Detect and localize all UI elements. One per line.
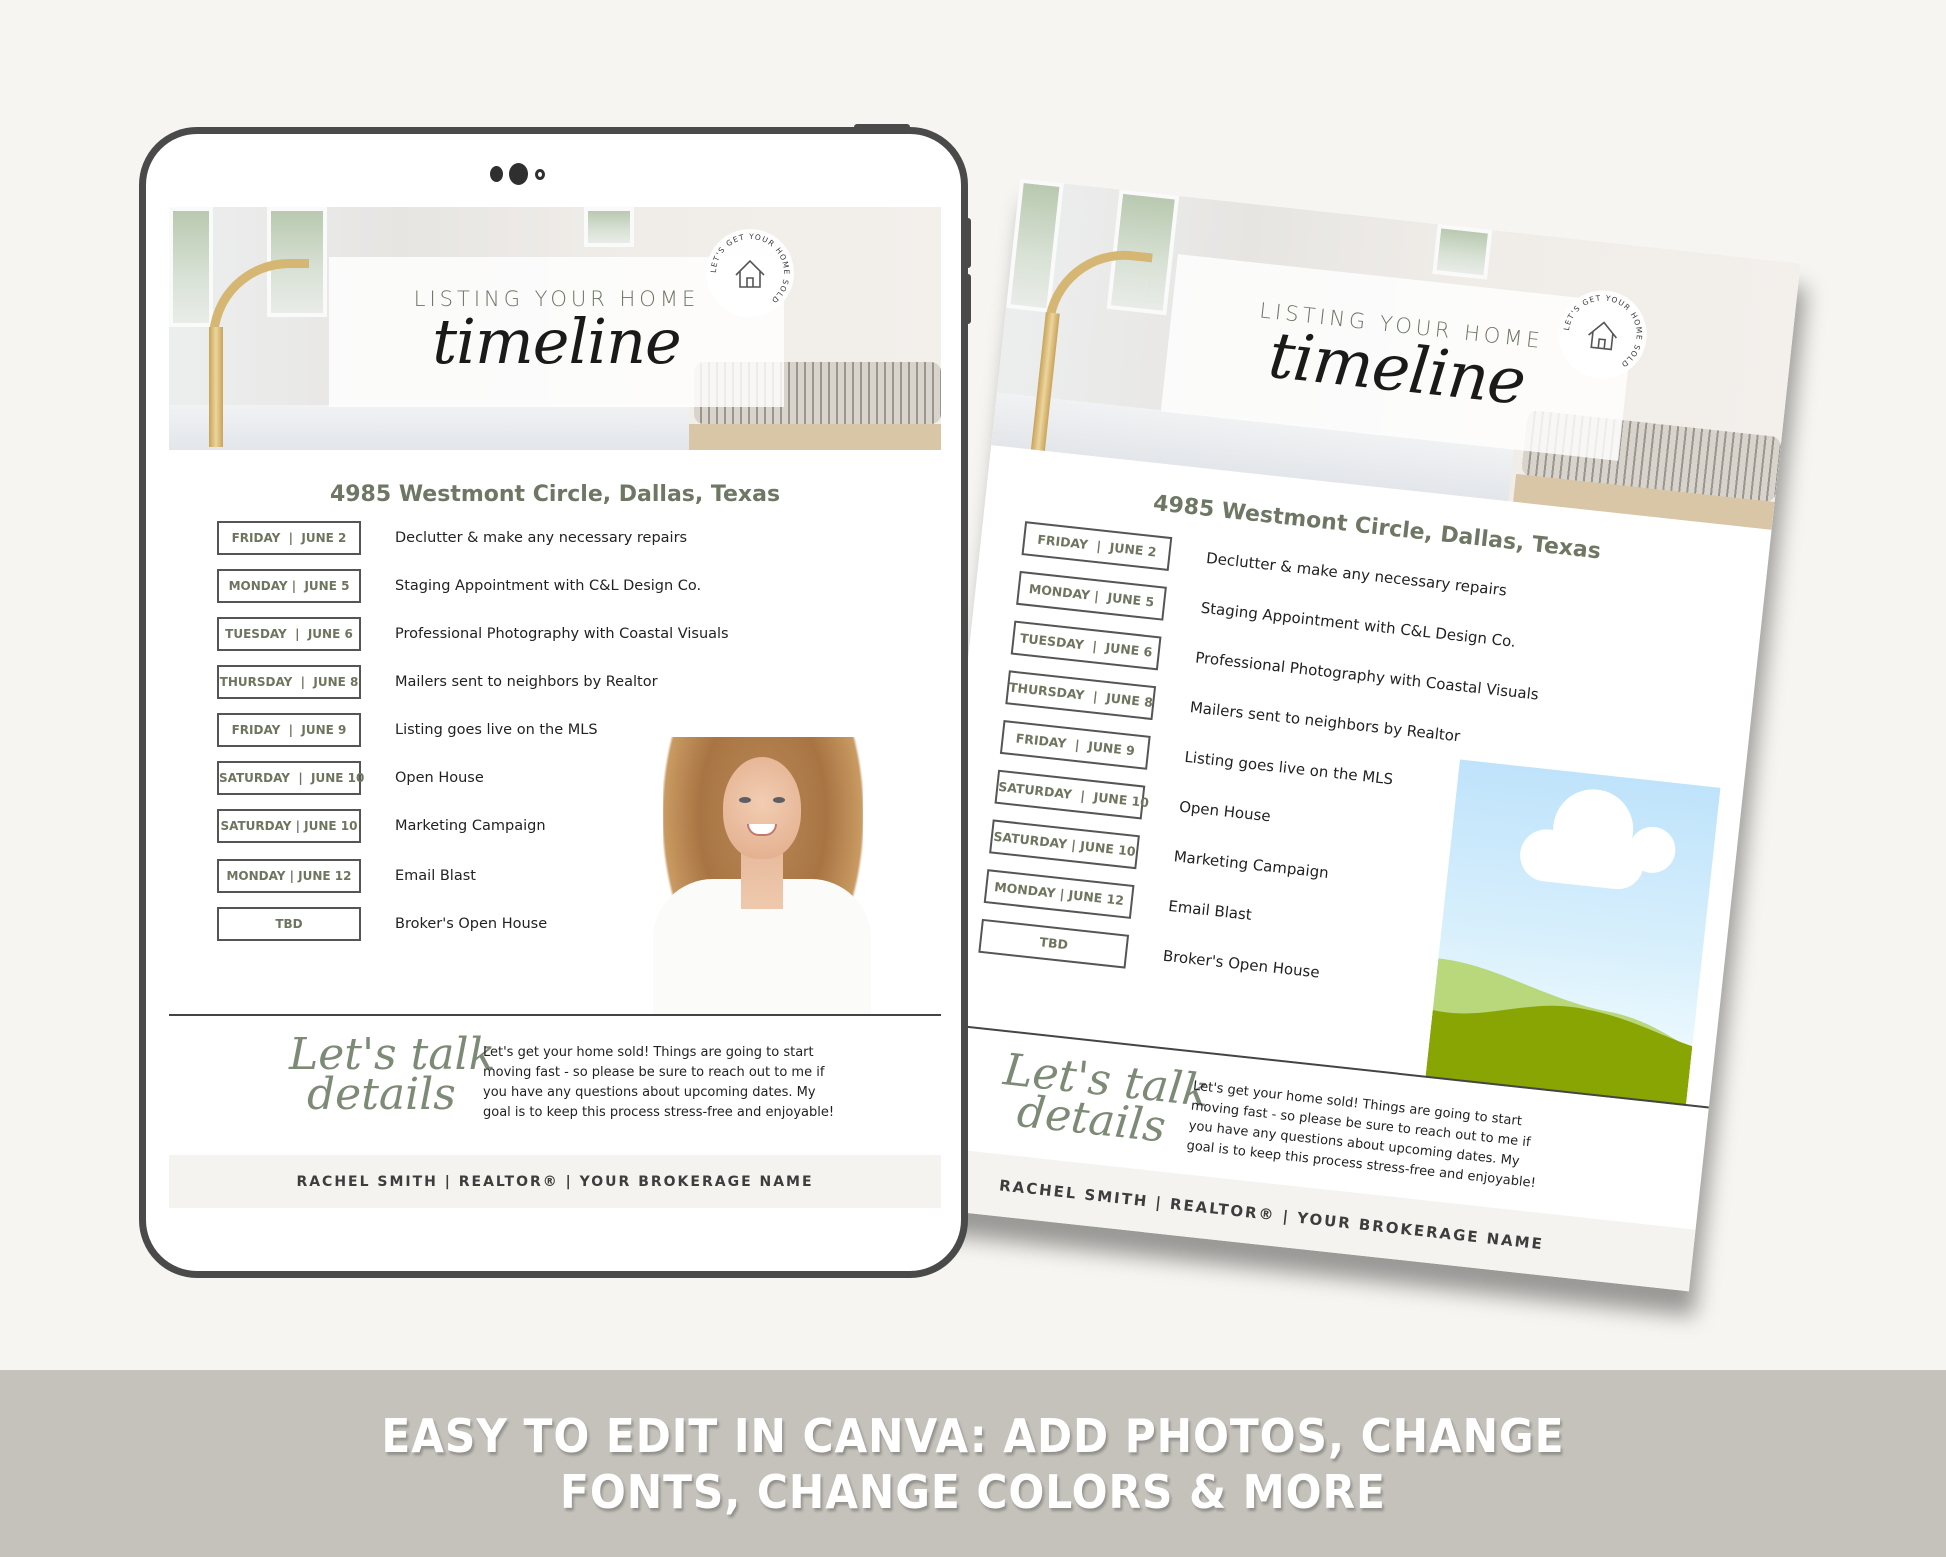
- date-label: SATURDAY | JUNE 10: [994, 769, 1150, 820]
- printed-flyer: LISTING YOUR HOME timeline LET'S GET YOU…: [908, 178, 1801, 1292]
- date-label: MONDAY | JUNE 12: [983, 869, 1135, 919]
- house-badge-icon: LET'S GET YOUR HOME SOLD: [1558, 289, 1648, 371]
- date-label: THURSDAY | JUNE 8: [217, 665, 361, 699]
- agent-footer: RACHEL SMITH | REALTOR® | YOUR BROKERAGE…: [169, 1155, 941, 1208]
- date-label: THURSDAY | JUNE 8: [1005, 670, 1157, 721]
- badge-text: LET'S GET YOUR HOME SOLD: [709, 232, 790, 306]
- tablet-flyer-document: LISTING YOUR HOME timeline LET'S GET YOU…: [169, 207, 941, 1208]
- task-label: Email Blast: [395, 868, 476, 884]
- details-line: details: [307, 1068, 456, 1120]
- countertop-photo: [169, 405, 689, 450]
- task-label: Staging Appointment with C&L Design Co.: [395, 578, 702, 594]
- date-label: FRIDAY | JUNE 2: [217, 521, 361, 555]
- realtor-portrait-photo: [653, 729, 871, 1014]
- task-label: Declutter & make any necessary repairs: [1205, 549, 1508, 600]
- face-shape: [723, 757, 801, 859]
- timeline-row: THURSDAY | JUNE 8 Mailers sent to neighbo…: [217, 665, 658, 699]
- window-photo: [1432, 223, 1493, 280]
- task-label: Marketing Campaign: [1172, 847, 1330, 882]
- image-placeholder: [1425, 759, 1721, 1106]
- task-label: Broker's Open House: [1162, 946, 1321, 982]
- date-label: TBD: [217, 907, 361, 941]
- date-label: MONDAY | JUNE 12: [217, 859, 361, 893]
- task-label: Marketing Campaign: [395, 818, 546, 834]
- date-label: TUESDAY | JUNE 6: [1010, 620, 1162, 671]
- date-label: FRIDAY | JUNE 9: [217, 713, 361, 747]
- timeline-row: TUESDAY | JUNE 6 Professional Photography…: [217, 617, 729, 651]
- timeline-row: MONDAY | JUNE 5 Staging Appointment with …: [217, 569, 701, 603]
- contact-blurb: Let's get your home sold! Things are goi…: [483, 1043, 834, 1123]
- task-label: Open House: [395, 770, 484, 786]
- date-label: FRIDAY | JUNE 2: [1021, 521, 1173, 571]
- section-divider: [169, 1014, 941, 1016]
- blurb-line: moving fast - so please be sure to reach…: [483, 1065, 825, 1080]
- task-label: Email Blast: [1167, 896, 1253, 924]
- sold-badge: LET'S GET YOUR HOME SOLD: [706, 229, 794, 317]
- house-badge-icon: LET'S GET YOUR HOME SOLD: [709, 232, 791, 306]
- timeline-row: SATURDAY | JUNE 10 Open House: [217, 761, 484, 795]
- banner-line-1: EASY TO EDIT IN CANVA: ADD PHOTOS, CHANG…: [381, 1408, 1565, 1463]
- badge-text: LET'S GET YOUR HOME SOLD: [1558, 289, 1648, 371]
- flyer-title-script: timeline: [432, 305, 682, 378]
- timeline-row: MONDAY | JUNE 12 Email Blast: [217, 859, 476, 893]
- flyer-hero-photo: LISTING YOUR HOME timeline LET'S GET YOU…: [991, 178, 1801, 530]
- date-label: TBD: [978, 918, 1130, 969]
- camera-dot-icon: [490, 166, 503, 182]
- task-label: Open House: [1178, 797, 1272, 826]
- property-address: 4985 Westmont Circle, Dallas, Texas: [329, 482, 781, 507]
- date-label: MONDAY | JUNE 5: [217, 569, 361, 603]
- faucet-stem-photo: [209, 327, 223, 447]
- date-label: MONDAY | JUNE 5: [1016, 570, 1167, 621]
- task-label: Listing goes live on the MLS: [395, 722, 598, 738]
- task-label: Listing goes live on the MLS: [1183, 747, 1394, 789]
- window-photo: [169, 207, 213, 327]
- banner-line-2: FONTS, CHANGE COLORS & MORE: [560, 1464, 1386, 1519]
- camera-sensor-icon: [535, 169, 545, 180]
- timeline-row: SATURDAY | JUNE 10 Marketing Campaign: [217, 809, 546, 843]
- blurb-line: Let's get your home sold! Things are goi…: [483, 1045, 814, 1060]
- hills-icon: [1425, 958, 1693, 1106]
- blurb-line: you have any questions about upcoming da…: [483, 1085, 816, 1100]
- flyer-sold-badge: LET'S GET YOUR HOME SOLD: [1554, 285, 1652, 383]
- promo-banner-text: EASY TO EDIT IN CANVA: ADD PHOTOS, CHANG…: [381, 1408, 1564, 1520]
- flyer-lets-talk-script: Let's talk details: [997, 1044, 1212, 1152]
- timeline-row: FRIDAY | JUNE 9 Listing goes live on the …: [217, 713, 598, 747]
- hero-kitchen-photo: LISTING YOUR HOME timeline LET'S GET YOU…: [169, 207, 941, 450]
- task-label: Mailers sent to neighbors by Realtor: [1189, 698, 1462, 746]
- blurb-line: goal is to keep this process stress-free…: [483, 1105, 835, 1120]
- eye-shape: [739, 797, 751, 803]
- camera-lens-icon: [509, 163, 528, 185]
- task-label: Declutter & make any necessary repairs: [395, 530, 688, 546]
- date-label: SATURDAY | JUNE 10: [217, 809, 361, 843]
- date-label: TUESDAY | JUNE 6: [217, 617, 361, 651]
- task-label: Professional Photography with Coastal Vi…: [395, 626, 729, 642]
- timeline-row: FRIDAY | JUNE 2 Declutter & make any nece…: [217, 521, 687, 555]
- lets-talk-script: Let's talk details: [289, 1033, 495, 1120]
- promo-banner: EASY TO EDIT IN CANVA: ADD PHOTOS, CHANG…: [0, 1370, 1946, 1557]
- tablet-mockup: LISTING YOUR HOME timeline LET'S GET YOU…: [139, 127, 968, 1278]
- timeline-row: TBD Broker's Open House: [978, 918, 1321, 990]
- eye-shape: [773, 797, 785, 803]
- date-label: FRIDAY | JUNE 9: [999, 720, 1151, 770]
- task-label: Mailers sent to neighbors by Realtor: [395, 674, 658, 690]
- task-label: Broker's Open House: [395, 916, 548, 932]
- timeline-row: TBD Broker's Open House: [217, 907, 547, 941]
- window-photo: [584, 207, 634, 247]
- flyer-contact-blurb: Let's get your home sold! Things are goi…: [1186, 1077, 1544, 1194]
- date-label: SATURDAY | JUNE 10: [989, 819, 1140, 870]
- svg-text:LET'S GET YOUR HOME SOLD: LET'S GET YOUR HOME SOLD: [1558, 289, 1648, 371]
- svg-text:LET'S GET YOUR HOME SOLD: LET'S GET YOUR HOME SOLD: [709, 232, 791, 306]
- bench-photo: [689, 424, 941, 450]
- date-label: SATURDAY | JUNE 10: [217, 761, 364, 795]
- faucet-photo: [209, 259, 309, 409]
- task-label: Staging Appointment with C&L Design Co.: [1199, 598, 1517, 651]
